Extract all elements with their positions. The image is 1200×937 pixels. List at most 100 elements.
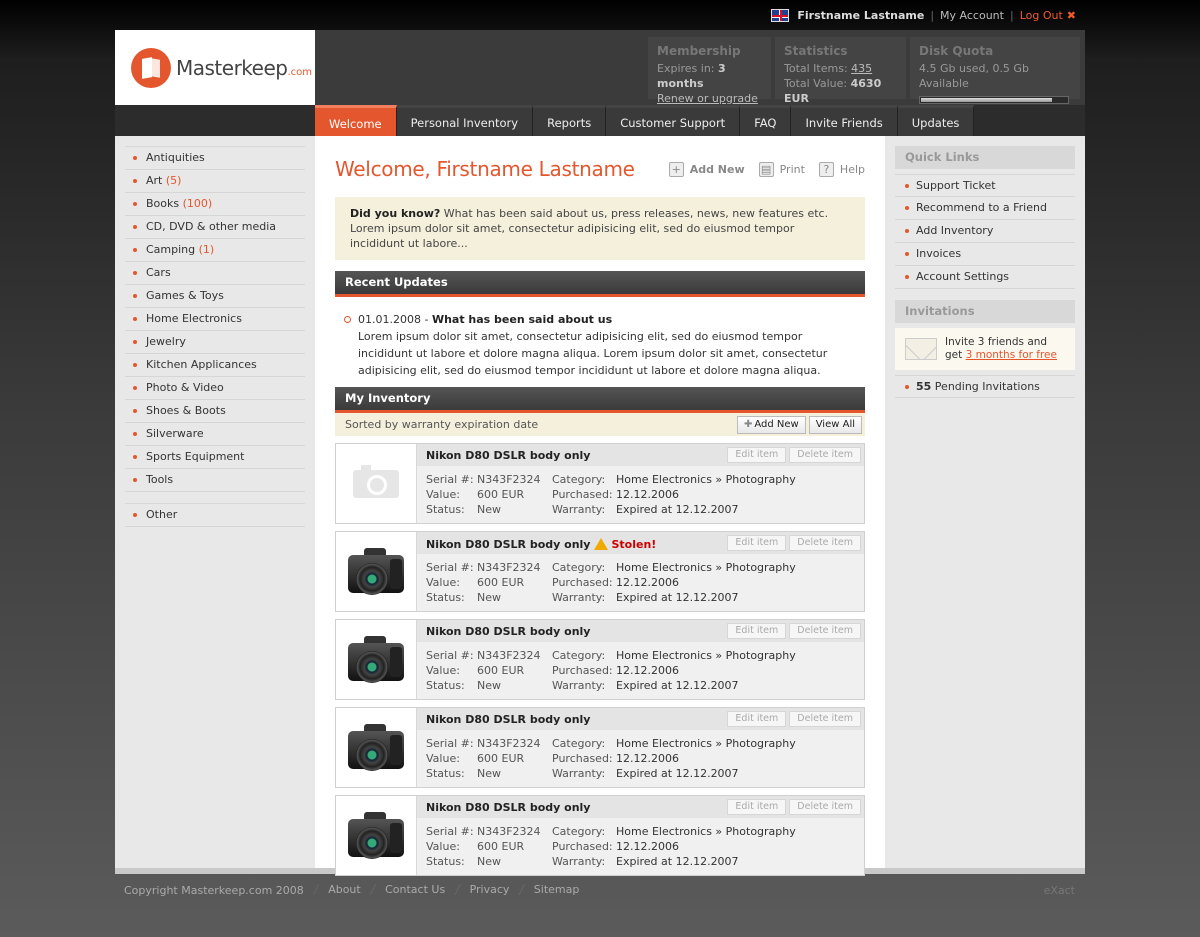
item-name[interactable]: Nikon D80 DSLR body only bbox=[426, 449, 590, 462]
category-item[interactable]: Kitchen Applicances bbox=[125, 354, 305, 377]
statistics-box: Statistics Total Items: 435 Total Value:… bbox=[775, 37, 906, 105]
item-name[interactable]: Nikon D80 DSLR body only bbox=[426, 538, 590, 551]
item-status: New bbox=[477, 679, 501, 692]
category-item[interactable]: CD, DVD & other media bbox=[125, 216, 305, 239]
edit-item-button[interactable]: Edit item bbox=[727, 623, 787, 639]
footer-link-about[interactable]: About bbox=[328, 883, 361, 898]
item-thumbnail[interactable] bbox=[336, 444, 417, 523]
category-count: (100) bbox=[182, 197, 213, 210]
nav-tab-customer-support[interactable]: Customer Support bbox=[606, 105, 741, 136]
category-item[interactable]: Silverware bbox=[125, 423, 305, 446]
camera-image bbox=[346, 633, 406, 687]
quick-links-header: Quick Links bbox=[895, 146, 1075, 169]
delete-item-button[interactable]: Delete item bbox=[789, 623, 861, 639]
item-name[interactable]: Nikon D80 DSLR body only bbox=[426, 625, 590, 638]
delete-item-button[interactable]: Delete item bbox=[789, 799, 861, 815]
item-purchased: 12.12.2006 bbox=[616, 752, 679, 765]
category-item[interactable]: Art (5) bbox=[125, 170, 305, 193]
item-value: 600 EUR bbox=[477, 840, 525, 853]
edit-item-button[interactable]: Edit item bbox=[727, 535, 787, 551]
item-serial: N343F2324 bbox=[477, 737, 541, 750]
nav-tab-reports[interactable]: Reports bbox=[533, 105, 607, 136]
total-items-link[interactable]: 435 bbox=[851, 62, 872, 75]
inventory-sortbar: Sorted by warranty expiration date ✚ Add … bbox=[335, 413, 865, 436]
item-purchased: 12.12.2006 bbox=[616, 664, 679, 677]
close-icon[interactable]: ✖ bbox=[1067, 9, 1076, 22]
category-item[interactable]: Tools bbox=[125, 469, 305, 492]
delete-item-button[interactable]: Delete item bbox=[789, 711, 861, 727]
item-thumbnail[interactable] bbox=[336, 532, 417, 611]
quick-link[interactable]: Invoices bbox=[895, 243, 1075, 266]
view-all-button[interactable]: View All bbox=[808, 415, 862, 434]
item-thumbnail[interactable] bbox=[336, 796, 417, 875]
quick-link[interactable]: Account Settings bbox=[895, 266, 1075, 289]
delete-item-button[interactable]: Delete item bbox=[789, 535, 861, 551]
help-button[interactable]: Help bbox=[840, 163, 865, 176]
footer-link-sitemap[interactable]: Sitemap bbox=[534, 883, 580, 898]
credit-link[interactable]: eXact bbox=[1044, 884, 1075, 897]
nav-tab-personal-inventory[interactable]: Personal Inventory bbox=[396, 105, 534, 136]
nav-tab-invite-friends[interactable]: Invite Friends bbox=[791, 105, 898, 136]
free-months-link[interactable]: 3 months for free bbox=[966, 349, 1057, 361]
membership-title: Membership bbox=[657, 44, 741, 58]
category-item[interactable]: Shoes & Boots bbox=[125, 400, 305, 423]
logout-link[interactable]: Log Out bbox=[1020, 9, 1063, 22]
item-thumbnail[interactable] bbox=[336, 620, 417, 699]
item-name[interactable]: Nikon D80 DSLR body only bbox=[426, 801, 590, 814]
category-item[interactable]: Games & Toys bbox=[125, 285, 305, 308]
item-name[interactable]: Nikon D80 DSLR body only bbox=[426, 713, 590, 726]
category-item[interactable]: Camping (1) bbox=[125, 239, 305, 262]
item-purchased: 12.12.2006 bbox=[616, 840, 679, 853]
quick-link[interactable]: Add Inventory bbox=[895, 220, 1075, 243]
edit-item-button[interactable]: Edit item bbox=[727, 799, 787, 815]
category-item[interactable]: Jewelry bbox=[125, 331, 305, 354]
nav-tab-welcome[interactable]: Welcome bbox=[315, 105, 397, 136]
item-value: 600 EUR bbox=[477, 488, 525, 501]
delete-item-button[interactable]: Delete item bbox=[789, 447, 861, 463]
footer-link-privacy[interactable]: Privacy bbox=[470, 883, 510, 898]
item-thumbnail[interactable] bbox=[336, 708, 417, 787]
uk-flag-icon[interactable] bbox=[771, 8, 790, 22]
category-other[interactable]: Other bbox=[125, 504, 305, 527]
page-tools: + Add New ▤ Print ? Help bbox=[655, 161, 865, 177]
renew-link[interactable]: Renew or upgrade bbox=[657, 92, 758, 105]
inventory-item: Nikon D80 DSLR body only Stolen! Edit item… bbox=[335, 531, 865, 612]
update-date: 01.01.2008 bbox=[358, 313, 421, 326]
edit-item-button[interactable]: Edit item bbox=[727, 711, 787, 727]
category-item[interactable]: Books (100) bbox=[125, 193, 305, 216]
update-headline-link[interactable]: What has been said about us bbox=[432, 313, 612, 326]
category-item[interactable]: Home Electronics bbox=[125, 308, 305, 331]
edit-item-button[interactable]: Edit item bbox=[727, 447, 787, 463]
envelope-icon bbox=[905, 338, 937, 360]
inventory-add-new-button[interactable]: ✚ Add New bbox=[736, 415, 806, 434]
category-item[interactable]: Photo & Video bbox=[125, 377, 305, 400]
page-title: Welcome, Firstname Lastname bbox=[335, 157, 635, 181]
item-status: New bbox=[477, 503, 501, 516]
logo-suffix: .com bbox=[287, 66, 313, 78]
item-category: Home Electronics » Photography bbox=[616, 473, 796, 486]
category-item[interactable]: Antiquities bbox=[125, 147, 305, 170]
right-sidebar: Quick Links Support Ticket Recommend to a… bbox=[885, 136, 1085, 868]
my-account-link[interactable]: My Account bbox=[940, 9, 1004, 22]
item-category: Home Electronics » Photography bbox=[616, 649, 796, 662]
item-warranty: Expired at 12.12.2007 bbox=[616, 591, 739, 604]
camera-image bbox=[346, 809, 406, 863]
inventory-item: Nikon D80 DSLR body only Edit item Delete … bbox=[335, 619, 865, 700]
nav-tab-updates[interactable]: Updates bbox=[897, 105, 975, 136]
item-status: New bbox=[477, 767, 501, 780]
pending-invitations-link[interactable]: 55 Pending Invitations bbox=[895, 375, 1075, 398]
quick-link[interactable]: Recommend to a Friend bbox=[895, 197, 1075, 220]
stolen-badge: Stolen! bbox=[611, 537, 657, 551]
logo[interactable]: Masterkeep.com bbox=[115, 30, 315, 105]
plus-icon: ✚ bbox=[743, 418, 753, 430]
quick-link[interactable]: Support Ticket bbox=[895, 174, 1075, 197]
category-item[interactable]: Cars bbox=[125, 262, 305, 285]
print-button[interactable]: Print bbox=[780, 163, 805, 176]
category-count: (5) bbox=[165, 174, 182, 187]
main-content: Antiquities Art (5) Books (100) CD, DVD & o… bbox=[115, 136, 1085, 876]
add-new-button[interactable]: Add New bbox=[690, 163, 745, 176]
category-item[interactable]: Sports Equipment bbox=[125, 446, 305, 469]
nav-tab-faq[interactable]: FAQ bbox=[740, 105, 792, 136]
item-warranty: Expired at 12.12.2007 bbox=[616, 855, 739, 868]
footer-link-contact-us[interactable]: Contact Us bbox=[385, 883, 445, 898]
